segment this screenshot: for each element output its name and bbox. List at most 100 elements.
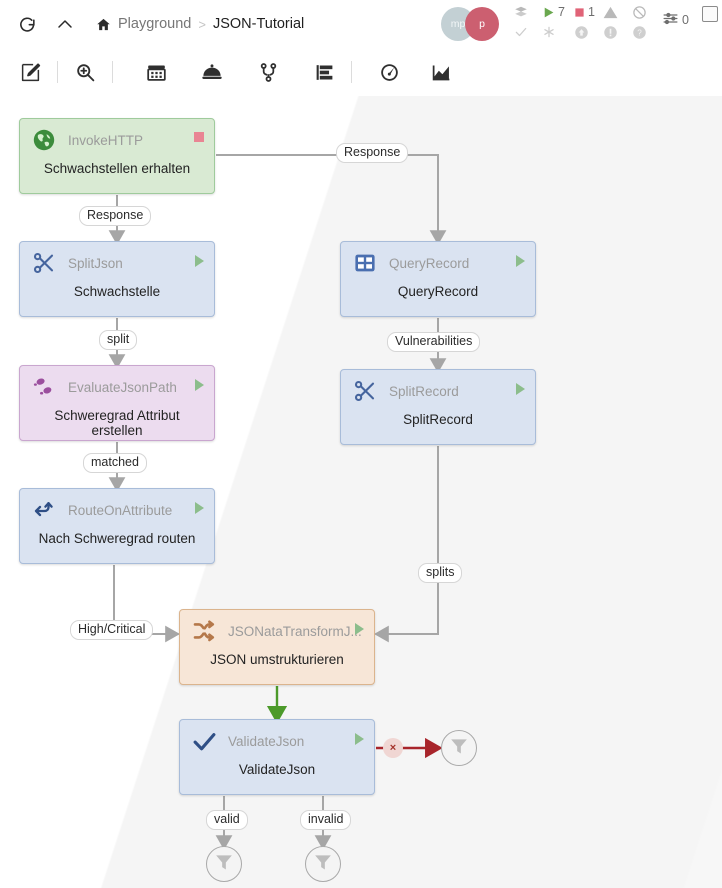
parameters-icon[interactable] <box>304 52 344 92</box>
node-header: RouteOnAttribute <box>20 489 214 531</box>
stopped-icon <box>194 132 204 142</box>
funnel-icon <box>449 736 469 761</box>
avatar[interactable]: p <box>465 7 499 41</box>
close-icon: × <box>389 742 397 754</box>
disabled-icon <box>632 5 647 20</box>
table-icon <box>352 250 378 276</box>
node-header: SplitRecord <box>341 370 535 412</box>
window-icon[interactable] <box>702 6 718 22</box>
edit-icon[interactable] <box>10 52 50 92</box>
asterisk-icon <box>542 25 556 39</box>
node-header: SplitJson <box>20 242 214 284</box>
gauge-icon[interactable] <box>369 52 409 92</box>
flow-canvas[interactable]: InvokeHTTP Schwachstellen erhalten Split… <box>0 96 722 888</box>
node-type-label: SplitJson <box>68 255 123 271</box>
sync-failure-icon: ? <box>632 25 647 40</box>
edge-label[interactable]: Vulnerabilities <box>387 332 481 352</box>
app-header: Playground > JSON-Tutorial mp p 7 1 ? 0 <box>0 0 722 48</box>
branch-icon[interactable] <box>248 52 288 92</box>
processor-node-jsonata[interactable]: JSONataTransformJ... JSON umstrukturiere… <box>179 609 375 685</box>
avatar-initials: p <box>479 18 485 30</box>
breadcrumb-separator: > <box>198 16 206 32</box>
running-icon <box>516 255 525 267</box>
running-icon <box>195 379 204 391</box>
edge-label[interactable]: split <box>99 330 138 350</box>
sliders-icon <box>662 10 679 30</box>
node-name-label: Schwachstellen erhalten <box>43 161 191 176</box>
chart-icon[interactable] <box>421 52 461 92</box>
node-name-label: QueryRecord <box>397 284 479 299</box>
failure-relationship-badge[interactable]: × <box>383 738 403 758</box>
node-header: InvokeHTTP <box>20 119 214 161</box>
edge-label[interactable]: valid <box>206 810 248 830</box>
toolbar-divider <box>57 61 58 83</box>
breadcrumb-root[interactable]: Playground <box>118 16 191 32</box>
flow-config-button[interactable]: 0 <box>662 10 689 30</box>
node-type-label: SplitRecord <box>389 383 459 399</box>
shuffle-icon <box>191 618 217 644</box>
globe-icon <box>31 127 57 153</box>
edge-label[interactable]: Response <box>336 143 409 163</box>
node-header: EvaluateJsonPath <box>20 366 214 408</box>
locally-modified-icon <box>603 25 618 40</box>
running-count: 7 <box>558 5 565 19</box>
node-header: ValidateJson <box>180 720 374 762</box>
zoom-in-icon[interactable] <box>65 52 105 92</box>
node-type-label: JSONataTransformJ... <box>228 623 362 639</box>
running-icon <box>355 623 364 635</box>
node-type-label: EvaluateJsonPath <box>68 379 177 395</box>
running-icon <box>355 733 364 745</box>
processor-node-validatejson[interactable]: ValidateJson ValidateJson <box>179 719 375 795</box>
funnel-node-failure[interactable] <box>441 730 477 766</box>
refresh-icon[interactable] <box>14 11 40 37</box>
funnel-node-valid[interactable] <box>206 846 242 882</box>
canvas-toolbar <box>0 48 722 96</box>
invalid-icon <box>603 5 618 20</box>
node-name-label: Schwachstelle <box>73 284 161 299</box>
funnel-node-invalid[interactable] <box>305 846 341 882</box>
flow-status-cluster: 7 1 ? <box>510 3 655 45</box>
checkmark-icon <box>514 25 528 39</box>
edge-label[interactable]: High/Critical <box>70 620 154 640</box>
processor-node-invokehttp[interactable]: InvokeHTTP Schwachstellen erhalten <box>19 118 215 194</box>
check-icon <box>191 728 217 754</box>
processor-node-splitrecord[interactable]: SplitRecord SplitRecord <box>340 369 536 445</box>
node-type-label: ValidateJson <box>228 733 305 749</box>
up-to-date-icon <box>574 25 589 40</box>
running-icon <box>516 383 525 395</box>
edge-label[interactable]: splits <box>418 563 463 583</box>
flow-config-count: 0 <box>682 13 689 27</box>
edge-label[interactable]: matched <box>83 453 147 473</box>
toolbar-divider <box>351 61 352 83</box>
toolbar-divider <box>112 61 113 83</box>
node-type-label: RouteOnAttribute <box>68 502 173 518</box>
breadcrumb-current[interactable]: JSON-Tutorial <box>213 16 304 32</box>
node-name-label: ValidateJson <box>238 762 316 777</box>
edge-label[interactable]: invalid <box>300 810 352 830</box>
processor-node-queryrecord[interactable]: QueryRecord QueryRecord <box>340 241 536 317</box>
node-name-label: Schweregrad Attribut erstellen <box>54 408 180 438</box>
chevron-up-icon[interactable] <box>52 11 78 37</box>
processor-node-evaluatejsonpath[interactable]: EvaluateJsonPath Schweregrad Attribut er… <box>19 365 215 441</box>
footprints-icon <box>31 374 57 400</box>
node-name-label: Nach Schweregrad routen <box>38 531 196 546</box>
home-icon[interactable] <box>96 17 111 32</box>
breadcrumb: Playground > JSON-Tutorial <box>96 16 304 32</box>
node-type-label: QueryRecord <box>389 255 470 271</box>
stopped-icon: 1 <box>574 5 595 19</box>
node-name-label: SplitRecord <box>403 412 473 427</box>
running-icon <box>195 255 204 267</box>
stopped-count: 1 <box>588 5 595 19</box>
node-type-label: InvokeHTTP <box>68 132 144 148</box>
processor-node-splitjson[interactable]: SplitJson Schwachstelle <box>19 241 215 317</box>
node-header: QueryRecord <box>341 242 535 284</box>
processor-node-routeonattribute[interactable]: RouteOnAttribute Nach Schweregrad routen <box>19 488 215 564</box>
node-header: JSONataTransformJ... <box>180 610 374 652</box>
calendar-icon[interactable] <box>136 52 176 92</box>
service-bell-icon[interactable] <box>192 52 232 92</box>
edge-label[interactable]: Response <box>79 206 152 226</box>
avatar-initials: mp <box>450 18 466 30</box>
transmitting-icon <box>514 5 528 19</box>
running-icon <box>195 502 204 514</box>
funnel-icon <box>214 852 234 877</box>
